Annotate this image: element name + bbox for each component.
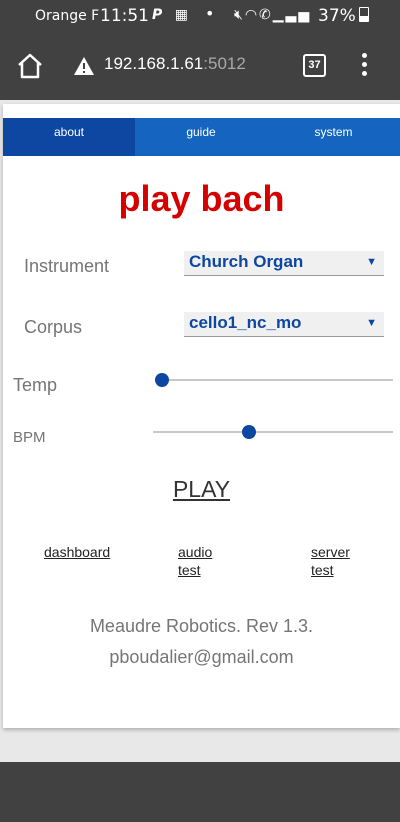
- browser-toolbar: 192.168.1.61:5012 37: [0, 34, 400, 100]
- more-notifications-icon: •: [205, 4, 215, 23]
- audio-test-link[interactable]: audio test: [178, 543, 212, 579]
- bpm-slider[interactable]: [153, 425, 393, 439]
- play-button[interactable]: PLAY: [3, 476, 400, 503]
- web-page: about guide system play bach Instrument …: [3, 104, 400, 728]
- temp-slider[interactable]: [155, 373, 393, 387]
- tab-switcher-button[interactable]: 37: [303, 54, 326, 77]
- footer-email: pboudalier@gmail.com: [109, 647, 294, 667]
- bpm-slider-thumb[interactable]: [242, 425, 256, 439]
- corpus-label: Corpus: [24, 317, 83, 337]
- page-title: play bach: [118, 178, 285, 219]
- server-test-link[interactable]: server test: [311, 543, 350, 579]
- url-port: :5012: [203, 54, 246, 73]
- bottom-bar: [0, 762, 400, 822]
- signal-icon: ▁▃▅: [272, 7, 312, 23]
- server-test-line1: server: [311, 544, 350, 560]
- clock: 11:51: [100, 6, 149, 26]
- qr-code-icon: ▦: [174, 7, 192, 23]
- dropdown-arrow-icon: ▼: [366, 256, 377, 268]
- dropdown-arrow-icon: ▼: [366, 317, 377, 329]
- dashboard-link-label: dashboard: [44, 544, 111, 560]
- corpus-value: cello1_nc_mo: [189, 313, 302, 332]
- nav-bar: about guide system: [3, 118, 400, 156]
- home-icon[interactable]: [16, 52, 44, 80]
- instrument-value: Church Organ: [189, 252, 304, 271]
- tab-guide[interactable]: guide: [135, 118, 267, 156]
- battery-icon: [358, 7, 369, 22]
- temp-slider-thumb[interactable]: [155, 373, 170, 387]
- address-bar[interactable]: 192.168.1.61:5012: [104, 54, 246, 74]
- footer-credit: Meaudre Robotics. Rev 1.3.: [89, 616, 314, 636]
- server-test-line2: test: [311, 562, 334, 578]
- tab-about[interactable]: about: [3, 118, 135, 156]
- instrument-label: Instrument: [24, 256, 110, 276]
- wifi-call-icon: ✆: [259, 7, 273, 23]
- dashboard-link[interactable]: dashboard: [44, 543, 110, 561]
- instrument-select[interactable]: Church Organ ▼: [184, 251, 384, 276]
- status-bar: Orange F 11:51 P ▦ • 🔇︎◠✆▁▃▅ 37%: [0, 0, 400, 34]
- audio-test-line2: test: [178, 562, 201, 578]
- bpm-label: BPM: [13, 429, 46, 446]
- corpus-select[interactable]: cello1_nc_mo ▼: [184, 312, 384, 337]
- mute-icon: 🔇︎: [234, 7, 245, 23]
- warning-icon[interactable]: [73, 56, 95, 76]
- carrier-name: Orange F: [35, 8, 100, 24]
- battery-level: 37%: [318, 6, 356, 26]
- tab-system[interactable]: system: [267, 118, 400, 156]
- pinterest-icon: P: [152, 7, 167, 23]
- audio-test-line1: audio: [178, 544, 213, 560]
- wifi-icon: ◠: [244, 7, 260, 23]
- overflow-menu-icon[interactable]: [354, 51, 374, 81]
- temp-label: Temp: [13, 375, 58, 395]
- url-host: 192.168.1.61: [104, 54, 204, 73]
